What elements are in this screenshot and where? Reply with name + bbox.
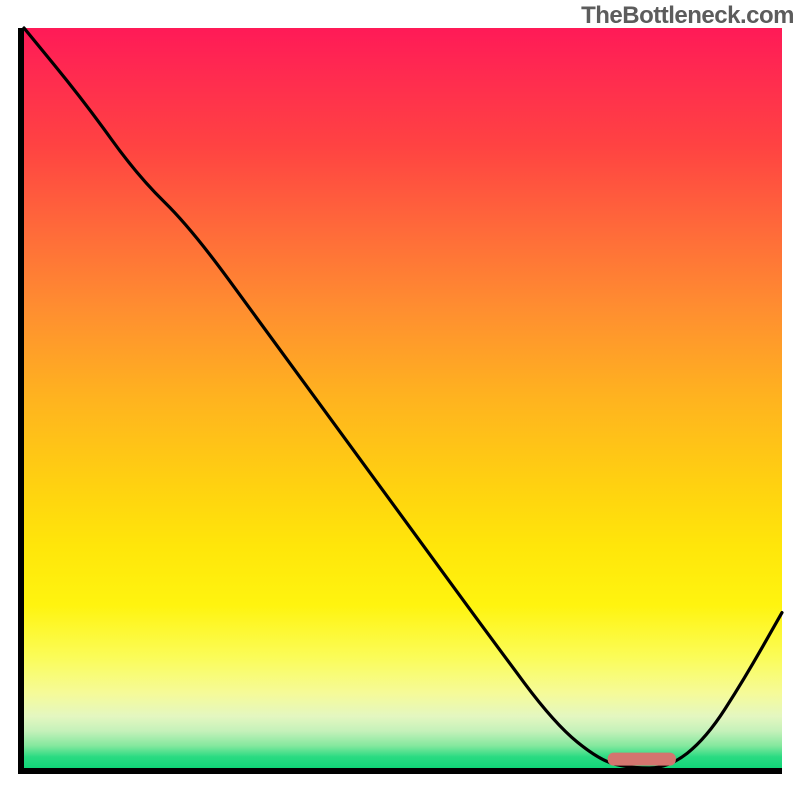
optimal-marker (608, 753, 676, 766)
bottleneck-chart: TheBottleneck.com (0, 0, 800, 800)
plot-area (18, 28, 782, 774)
watermark-text: TheBottleneck.com (581, 2, 794, 30)
marker-layer (24, 28, 782, 768)
